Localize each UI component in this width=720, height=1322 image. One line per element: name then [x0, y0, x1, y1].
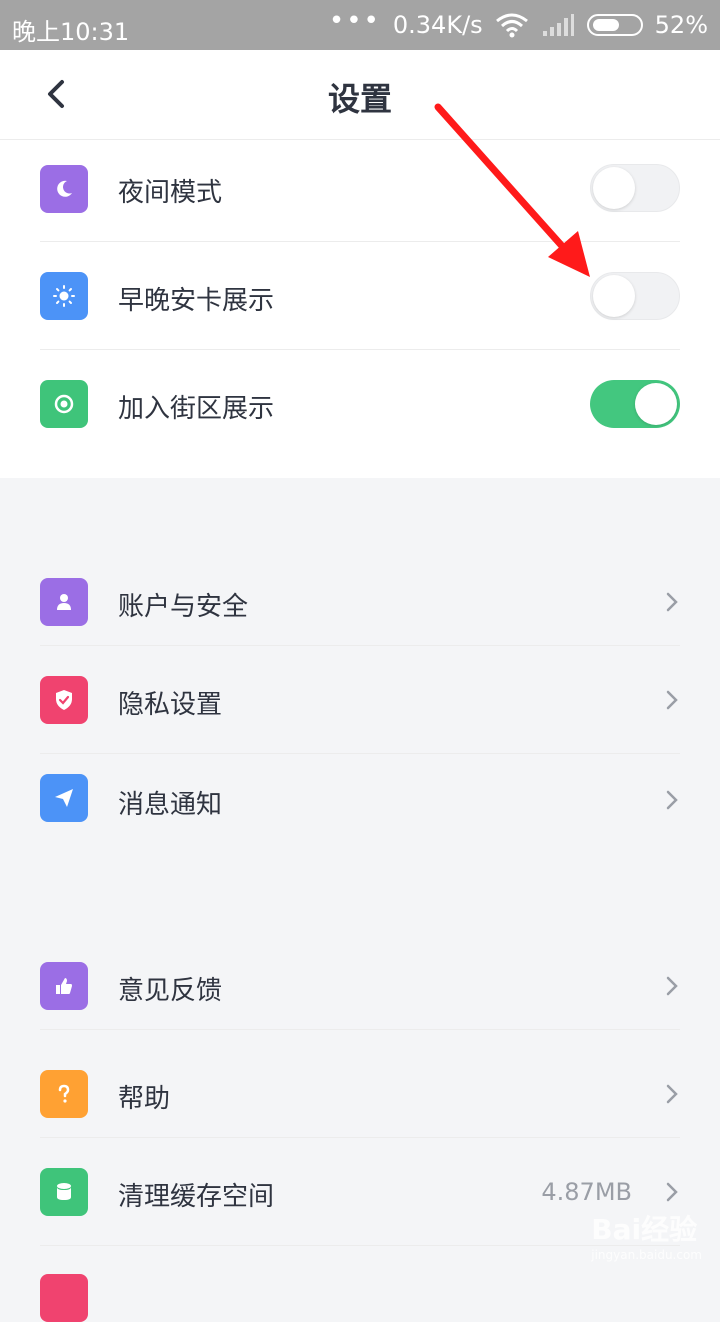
settings-row-neighborhood[interactable]: 加入街区展示: [0, 350, 720, 458]
toggle-knob: [635, 383, 677, 425]
user-icon: [57, 594, 71, 610]
chevron-right-icon: [666, 790, 678, 810]
watermark-brand: Bai经验: [591, 1213, 698, 1246]
account-icon-box: [40, 578, 88, 626]
thumbs-up-icon: [56, 978, 72, 994]
night-mode-icon-box: [40, 165, 88, 213]
status-bar: 晚上10:31 ••• 0.34K/s 52%: [0, 0, 720, 50]
more-dots-icon: •••: [328, 6, 381, 36]
account-section: 账户与安全 隐私设置 消息通知: [0, 550, 720, 850]
send-icon: [55, 789, 73, 807]
battery-level: 52%: [654, 11, 708, 39]
cache-size-value: 4.87MB: [541, 1178, 632, 1206]
watermark-url: jingyan.baidu.com: [591, 1248, 702, 1262]
shield-icon: [56, 690, 72, 710]
moon-icon: [57, 180, 72, 197]
chevron-right-icon: [666, 1182, 678, 1202]
settings-label: 账户与安全: [118, 592, 249, 622]
wifi-icon: [495, 13, 528, 38]
chevron-right-icon: [666, 690, 678, 710]
status-right: ••• 0.34K/s 52%: [329, 6, 708, 40]
status-time: 晚上10:31: [12, 18, 130, 46]
settings-label: 清理缓存空间: [118, 1182, 275, 1212]
chevron-right-icon: [666, 976, 678, 996]
database-icon: [57, 1183, 71, 1200]
battery-icon: [586, 14, 643, 36]
partial-icon-box: [40, 1274, 88, 1322]
chevron-right-icon: [666, 592, 678, 612]
settings-label: 隐私设置: [118, 690, 223, 720]
settings-row-account[interactable]: 账户与安全: [0, 550, 720, 646]
help-icon-box: [40, 1070, 88, 1118]
neighborhood-icon-box: [40, 380, 88, 428]
neighborhood-toggle[interactable]: [590, 380, 680, 428]
settings-row-help[interactable]: 帮助: [0, 1030, 720, 1138]
clear-cache-icon-box: [40, 1168, 88, 1216]
privacy-icon-box: [40, 676, 88, 724]
target-icon: [54, 394, 74, 414]
settings-label: 夜间模式: [118, 178, 223, 208]
signal-icon: [542, 14, 574, 36]
feedback-icon-box: [40, 962, 88, 1010]
settings-row-feedback[interactable]: 意见反馈: [0, 932, 720, 1030]
morning-card-icon-box: [40, 272, 88, 320]
settings-row-notifications[interactable]: 消息通知: [0, 754, 720, 850]
settings-label: 加入街区展示: [118, 394, 275, 424]
red-arrow-annotation: [434, 103, 590, 277]
chevron-right-icon: [666, 1084, 678, 1104]
settings-label: 帮助: [118, 1084, 171, 1114]
settings-label: 早晚安卡展示: [118, 286, 275, 316]
sun-icon: [53, 285, 75, 307]
baidu-watermark: Bai经验 jingyan.baidu.com: [591, 1208, 702, 1262]
question-icon: [58, 1084, 70, 1103]
notifications-icon-box: [40, 774, 88, 822]
net-speed: 0.34K/s: [392, 11, 483, 39]
settings-row-privacy[interactable]: 隐私设置: [0, 646, 720, 754]
settings-label: 消息通知: [118, 790, 223, 820]
settings-label: 意见反馈: [118, 976, 223, 1006]
